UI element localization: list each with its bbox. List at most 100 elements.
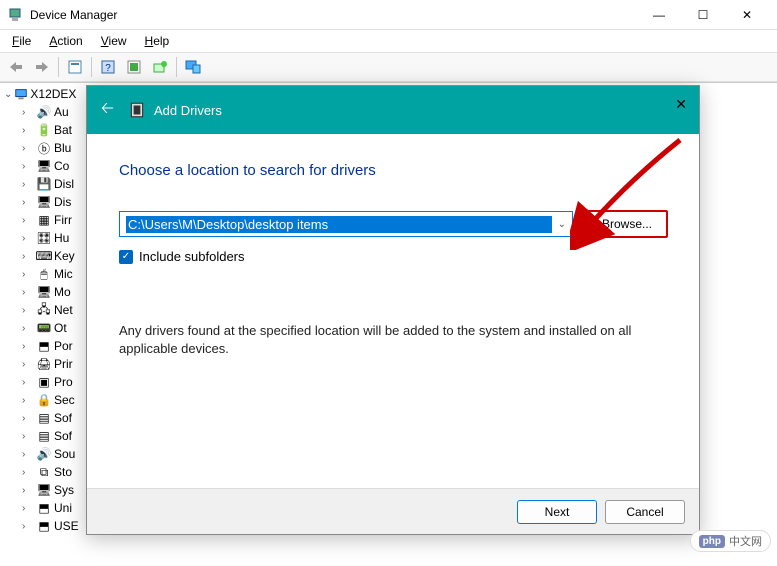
menu-action[interactable]: Action: [41, 32, 90, 50]
location-path-text: C:\Users\M\Desktop\desktop items: [126, 216, 552, 233]
expand-icon[interactable]: ›: [22, 503, 34, 514]
menu-help[interactable]: Help: [137, 32, 178, 50]
expand-icon[interactable]: ›: [22, 269, 34, 280]
device-category-icon: 🔋: [36, 122, 52, 138]
tree-item-label: Sof: [54, 429, 72, 443]
device-category-icon: ▣: [36, 374, 52, 390]
device-category-icon: ⓑ: [36, 140, 52, 156]
expand-icon[interactable]: ›: [22, 251, 34, 262]
device-category-icon: 🔒: [36, 392, 52, 408]
expand-icon[interactable]: ›: [22, 521, 34, 532]
php-badge: php: [699, 535, 725, 548]
device-category-icon: ⬒: [36, 518, 52, 534]
expand-icon[interactable]: ›: [22, 161, 34, 172]
minimize-button[interactable]: —: [637, 1, 681, 29]
device-category-icon: 🖥: [36, 158, 52, 174]
device-category-icon: ⬒: [36, 338, 52, 354]
maximize-button[interactable]: ☐: [681, 1, 725, 29]
scan-hardware-icon[interactable]: [122, 55, 146, 79]
tree-item-label: Net: [54, 303, 73, 317]
expand-icon[interactable]: ›: [22, 215, 34, 226]
expand-icon[interactable]: ›: [22, 431, 34, 442]
driver-chip-icon: [128, 101, 146, 119]
tree-item-label: Prir: [54, 357, 73, 371]
expand-icon[interactable]: ›: [22, 467, 34, 478]
device-category-icon: ⬒: [36, 500, 52, 516]
dialog-heading: Choose a location to search for drivers: [119, 162, 667, 179]
expand-icon[interactable]: ›: [22, 179, 34, 190]
tree-item-label: Firr: [54, 213, 72, 227]
device-category-icon: 🖥: [36, 284, 52, 300]
expand-icon[interactable]: ›: [22, 143, 34, 154]
device-category-icon: ⧉: [36, 464, 52, 480]
device-manager-icon: [8, 7, 24, 23]
checkbox-checked-icon[interactable]: ✓: [119, 250, 133, 264]
tree-item-label: Ot: [54, 321, 67, 335]
device-category-icon: 🖧: [36, 302, 52, 318]
device-category-icon: 🖨: [36, 356, 52, 372]
device-category-icon: 🎛: [36, 230, 52, 246]
tree-item-label: Sec: [54, 393, 75, 407]
expand-icon[interactable]: ›: [22, 341, 34, 352]
expand-icon[interactable]: ›: [22, 107, 34, 118]
window-controls: — ☐ ✕: [637, 1, 769, 29]
svg-text:?: ?: [105, 63, 111, 74]
tree-item-label: Sto: [54, 465, 72, 479]
cancel-button[interactable]: Cancel: [605, 500, 685, 524]
close-button[interactable]: ✕: [725, 1, 769, 29]
dialog-body: Choose a location to search for drivers …: [87, 134, 699, 368]
back-arrow-icon[interactable]: 🡠: [101, 97, 114, 124]
toolbar-separator: [176, 57, 177, 77]
computer-icon: [14, 87, 28, 101]
expand-icon[interactable]: ›: [22, 233, 34, 244]
location-combobox[interactable]: C:\Users\M\Desktop\desktop items ⌄: [119, 211, 573, 237]
expand-icon[interactable]: ›: [22, 377, 34, 388]
forward-icon[interactable]: [30, 55, 54, 79]
titlebar: Device Manager — ☐ ✕: [0, 0, 777, 30]
expand-icon[interactable]: ›: [22, 413, 34, 424]
tree-item-label: Sof: [54, 411, 72, 425]
chevron-down-icon[interactable]: ⌄: [552, 219, 566, 230]
add-driver-icon[interactable]: [148, 55, 172, 79]
devices-icon[interactable]: [181, 55, 205, 79]
expand-icon[interactable]: ›: [22, 323, 34, 334]
dialog-footer: Next Cancel: [87, 488, 699, 534]
expand-icon[interactable]: ›: [22, 485, 34, 496]
include-subfolders-row[interactable]: ✓ Include subfolders: [119, 249, 667, 264]
watermark: php 中文网: [690, 530, 771, 552]
watermark-text: 中文网: [729, 533, 762, 549]
tree-item-label: Pro: [54, 375, 73, 389]
device-category-icon: ▤: [36, 410, 52, 426]
expand-icon[interactable]: ›: [22, 287, 34, 298]
device-category-icon: 💾: [36, 176, 52, 192]
expand-icon[interactable]: ›: [22, 125, 34, 136]
back-icon[interactable]: [4, 55, 28, 79]
device-category-icon: 🔊: [36, 104, 52, 120]
expand-icon[interactable]: ›: [22, 395, 34, 406]
properties-icon[interactable]: [63, 55, 87, 79]
menu-view[interactable]: View: [93, 32, 135, 50]
add-drivers-dialog: 🡠 Add Drivers ✕ Choose a location to sea…: [86, 85, 700, 535]
tree-item-label: Disl: [54, 177, 74, 191]
expand-icon[interactable]: ›: [22, 197, 34, 208]
expand-icon[interactable]: ›: [22, 305, 34, 316]
expand-icon[interactable]: ›: [22, 449, 34, 460]
menu-file[interactable]: File: [4, 32, 39, 50]
info-text: Any drivers found at the specified locat…: [119, 322, 667, 358]
tree-item-label: Au: [54, 105, 69, 119]
dialog-title: Add Drivers: [154, 103, 222, 118]
tree-item-label: Mic: [54, 267, 73, 281]
tree-item-label: Blu: [54, 141, 71, 155]
tree-item-label: Bat: [54, 123, 72, 137]
expand-icon[interactable]: ›: [22, 359, 34, 370]
browse-button[interactable]: Browse...: [587, 211, 667, 237]
device-category-icon: 🖥: [36, 194, 52, 210]
window-title: Device Manager: [30, 8, 637, 22]
help-icon[interactable]: ?: [96, 55, 120, 79]
next-button[interactable]: Next: [517, 500, 597, 524]
close-icon[interactable]: ✕: [675, 96, 687, 113]
dialog-header: 🡠 Add Drivers ✕: [87, 86, 699, 134]
toolbar-separator: [58, 57, 59, 77]
collapse-icon[interactable]: ⌄: [4, 89, 12, 100]
tree-item-label: Mo: [54, 285, 71, 299]
